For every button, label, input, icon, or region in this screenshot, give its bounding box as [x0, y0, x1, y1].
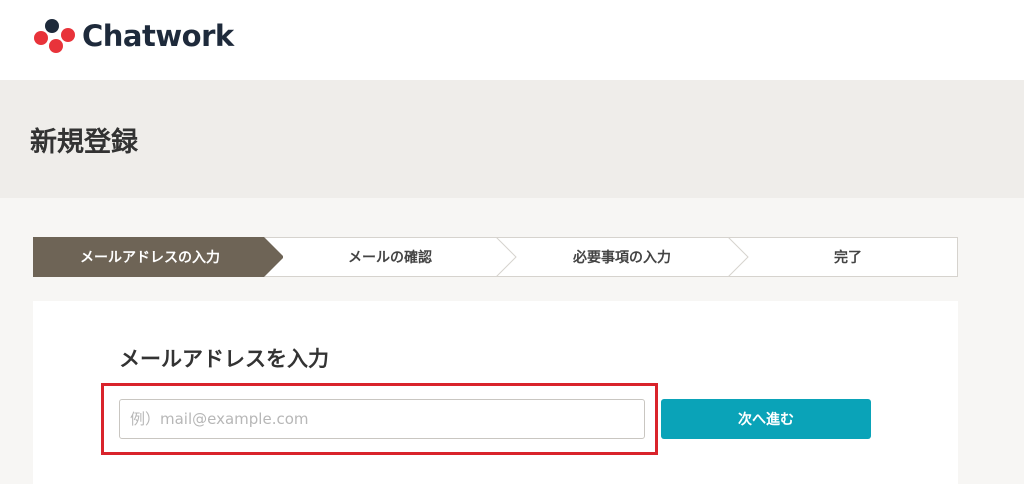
page-title: 新規登録	[30, 127, 138, 158]
form-title: メールアドレスを入力	[119, 347, 329, 371]
step-1: メールアドレスの入力	[80, 250, 220, 266]
header: Chatwork	[0, 0, 1024, 80]
email-input[interactable]	[119, 399, 645, 439]
chatwork-logo[interactable]: Chatwork	[30, 14, 234, 58]
registration-card: メールアドレスを入力 次へ進む	[33, 301, 958, 484]
brand-name: Chatwork	[82, 19, 234, 53]
next-button[interactable]: 次へ進む	[661, 399, 871, 439]
step-indicator: メールアドレスの入力 メールの確認 必要事項の入力 完了	[33, 237, 958, 277]
step-3: 必要事項の入力	[573, 250, 671, 266]
step-4: 完了	[834, 250, 862, 266]
step-2: メールの確認	[348, 250, 432, 266]
title-band: 新規登録	[0, 80, 1024, 198]
chatwork-logo-icon	[30, 14, 78, 58]
